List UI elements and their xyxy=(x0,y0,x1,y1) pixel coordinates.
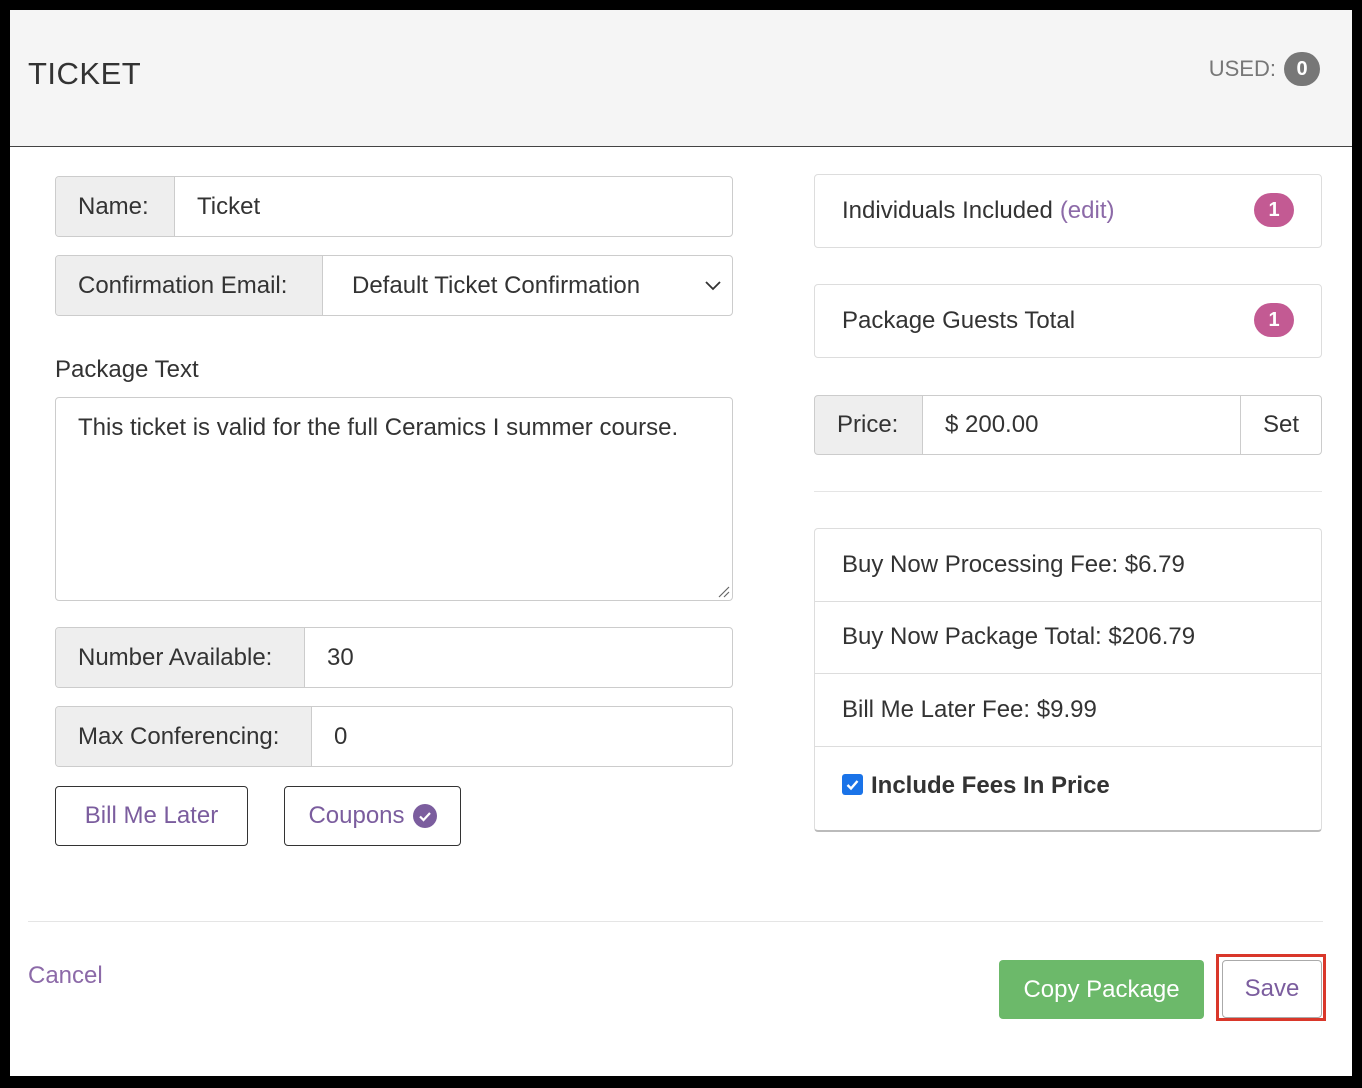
individuals-included-label: Individuals Included xyxy=(842,197,1053,224)
bill-me-later-button[interactable]: Bill Me Later xyxy=(55,786,248,846)
fees-list: Buy Now Processing Fee: $6.79 Buy Now Pa… xyxy=(814,528,1322,832)
max-conferencing-label: Max Conferencing: xyxy=(56,707,312,766)
used-label: USED: xyxy=(1208,56,1276,81)
coupons-button[interactable]: Coupons xyxy=(284,786,461,846)
copy-package-button[interactable]: Copy Package xyxy=(999,960,1204,1019)
checkmark-icon xyxy=(846,779,859,790)
include-fees-label[interactable]: Include Fees In Price xyxy=(871,772,1110,800)
name-input[interactable]: Ticket xyxy=(175,177,732,236)
coupons-label: Coupons xyxy=(308,802,405,829)
individuals-included-panel: Individuals Included (edit) 1 xyxy=(814,174,1322,248)
package-guests-panel: Package Guests Total 1 xyxy=(814,284,1322,358)
include-fees-row: Include Fees In Price xyxy=(815,747,1321,832)
save-button[interactable]: Save xyxy=(1222,960,1322,1018)
package-guests-label: Package Guests Total xyxy=(842,307,1076,334)
check-circle-icon xyxy=(412,804,437,828)
chevron-down-icon xyxy=(705,281,721,291)
max-conferencing-group: Max Conferencing: 0 xyxy=(55,706,733,767)
footer-divider xyxy=(28,921,1323,922)
used-indicator: USED: 0 xyxy=(1209,52,1320,86)
bill-me-later-label: Bill Me Later xyxy=(84,802,219,829)
used-count-badge: 0 xyxy=(1284,52,1320,86)
number-available-group: Number Available: 30 xyxy=(55,627,733,688)
set-price-button[interactable]: Set xyxy=(1240,395,1322,455)
name-label: Name: xyxy=(56,177,175,236)
include-fees-checkbox[interactable] xyxy=(842,773,863,795)
max-conferencing-input[interactable]: 0 xyxy=(312,707,732,766)
price-input-group: Price: $ 200.00 Set xyxy=(814,395,1322,455)
individuals-count-badge: 1 xyxy=(1254,193,1294,227)
modal-title: TICKET xyxy=(28,56,142,91)
package-total-row: Buy Now Package Total: $206.79 xyxy=(815,602,1321,674)
confirmation-email-value: Default Ticket Confirmation xyxy=(352,271,641,299)
ticket-modal: TICKET USED: 0 Name: Ticket Confirmation… xyxy=(10,10,1352,1076)
divider xyxy=(814,491,1322,492)
price-input[interactable]: $ 200.00 xyxy=(923,395,1240,455)
confirmation-email-group: Confirmation Email: Default Ticket Confi… xyxy=(55,255,733,316)
package-text-value: This ticket is valid for the full Cerami… xyxy=(78,414,679,441)
package-text-input[interactable]: This ticket is valid for the full Cerami… xyxy=(55,397,733,601)
resize-handle-icon[interactable] xyxy=(716,584,730,598)
bill-later-fee-row: Bill Me Later Fee: $9.99 xyxy=(815,674,1321,747)
package-text-label: Package Text xyxy=(55,356,199,383)
number-available-input[interactable]: 30 xyxy=(305,628,732,687)
modal-header: TICKET USED: 0 xyxy=(10,10,1352,147)
package-guests-count-badge: 1 xyxy=(1254,303,1294,337)
number-available-label: Number Available: xyxy=(56,628,305,687)
processing-fee-row: Buy Now Processing Fee: $6.79 xyxy=(815,529,1321,602)
individuals-edit-link[interactable]: (edit) xyxy=(1060,197,1115,225)
confirmation-email-label: Confirmation Email: xyxy=(56,256,323,315)
cancel-link[interactable]: Cancel xyxy=(28,962,103,990)
price-label: Price: xyxy=(814,395,923,455)
name-input-group: Name: Ticket xyxy=(55,176,733,237)
confirmation-email-select[interactable]: Default Ticket Confirmation xyxy=(323,256,732,315)
